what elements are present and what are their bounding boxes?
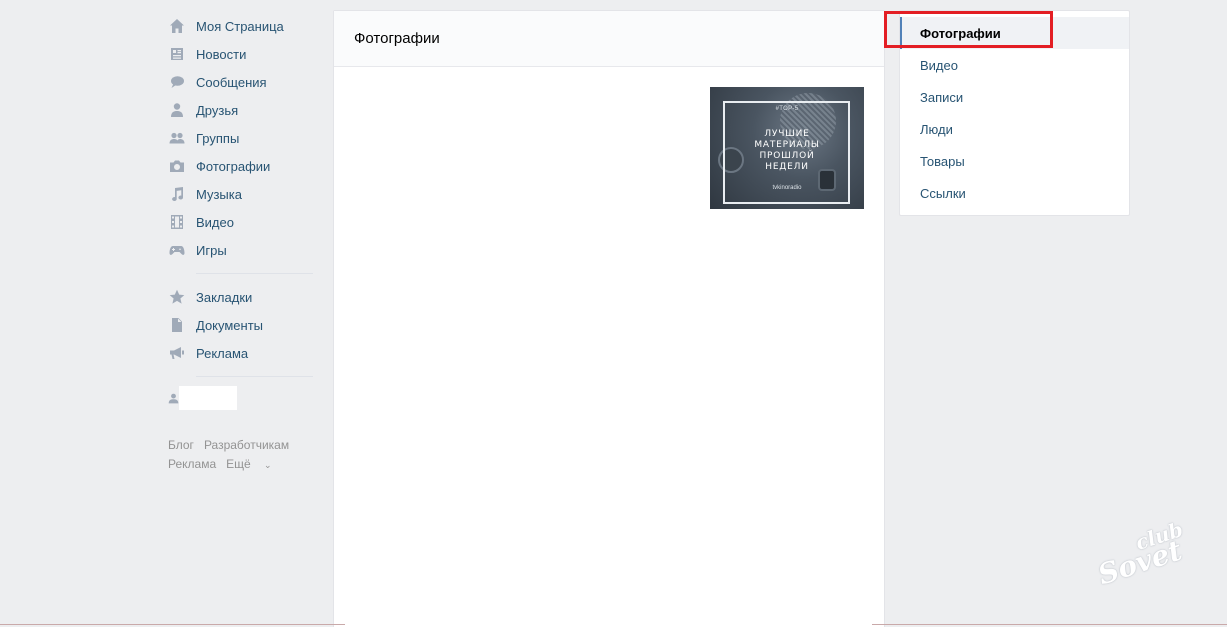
search-filter-menu: Фотографии Видео Записи Люди Товары Ссыл… <box>899 10 1130 216</box>
nav-label: Моя Страница <box>196 18 284 34</box>
panel-header: Фотографии <box>334 11 884 67</box>
gamepad-icon <box>168 242 185 259</box>
footer-links: Блог Разработчикам Реклама Ещё ⌄ <box>168 436 313 475</box>
filter-item-people[interactable]: Люди <box>900 113 1129 145</box>
divider-line <box>0 624 345 625</box>
nav-item-music[interactable]: Музыка <box>168 180 313 208</box>
nav-label: Группы <box>196 130 240 146</box>
nav-item-documents[interactable]: Документы <box>168 311 313 339</box>
photo-main-text: ЛУЧШИЕ МАТЕРИАЛЫ ПРОШЛОЙ НЕДЕЛИ <box>710 129 864 173</box>
nav-label: Новости <box>196 46 247 62</box>
nav-label: Музыка <box>196 186 242 202</box>
filter-item-photos[interactable]: Фотографии <box>900 17 1129 49</box>
filter-item-posts[interactable]: Записи <box>900 81 1129 113</box>
photo-main-line: НЕДЕЛИ <box>765 162 809 172</box>
nav-label: Документы <box>196 317 264 333</box>
news-icon <box>168 46 185 63</box>
photo-main-line: ЛУЧШИЕ <box>764 129 810 139</box>
photo-top-text: #TOP-5 <box>775 106 799 112</box>
nav-item-games[interactable]: Игры <box>168 236 313 264</box>
nav-label: Закладки <box>196 289 253 305</box>
nav-item-ads[interactable]: Реклама <box>168 339 313 367</box>
footer-link-more-label: Ещё <box>226 457 251 471</box>
user-row[interactable] <box>168 386 313 410</box>
music-icon <box>168 186 185 203</box>
footer-link-blog[interactable]: Блог <box>168 438 194 452</box>
document-icon <box>168 317 185 334</box>
chevron-down-icon: ⌄ <box>264 460 272 470</box>
nav-label: Сообщения <box>196 74 267 90</box>
photo-main-line: ПРОШЛОЙ <box>759 151 815 161</box>
footer-link-more[interactable]: Ещё ⌄ <box>226 457 281 471</box>
filter-item-links[interactable]: Ссылки <box>900 177 1129 209</box>
messages-icon <box>168 74 185 91</box>
friends-icon <box>168 102 185 119</box>
nav-item-groups[interactable]: Группы <box>168 124 313 152</box>
filter-item-goods[interactable]: Товары <box>900 145 1129 177</box>
user-name-placeholder <box>179 386 237 410</box>
nav-label: Игры <box>196 242 227 258</box>
photo-bottom-text: tvkinoradio <box>772 185 802 191</box>
user-icon <box>168 393 179 404</box>
nav-item-my-page[interactable]: Моя Страница <box>168 12 313 40</box>
footer-link-developers[interactable]: Разработчикам <box>204 438 289 452</box>
nav-item-messages[interactable]: Сообщения <box>168 68 313 96</box>
divider-line <box>872 624 1227 625</box>
filter-item-video[interactable]: Видео <box>900 49 1129 81</box>
nav-item-bookmarks[interactable]: Закладки <box>168 283 313 311</box>
photos-panel: Фотографии #TOP-5 ЛУЧШИЕ МАТЕРИАЛЫ ПРОШЛ… <box>333 10 885 627</box>
nav-item-news[interactable]: Новости <box>168 40 313 68</box>
nav-item-video[interactable]: Видео <box>168 208 313 236</box>
megaphone-icon <box>168 345 185 362</box>
home-icon <box>168 18 185 35</box>
video-icon <box>168 214 185 231</box>
nav-item-friends[interactable]: Друзья <box>168 96 313 124</box>
nav-label: Друзья <box>196 102 239 118</box>
groups-icon <box>168 130 185 147</box>
nav-divider <box>196 273 313 274</box>
footer-link-ads[interactable]: Реклама <box>168 457 216 471</box>
camera-icon <box>168 158 185 175</box>
nav-label: Реклама <box>196 345 249 361</box>
nav-label: Видео <box>196 214 234 230</box>
photo-thumbnail[interactable]: #TOP-5 ЛУЧШИЕ МАТЕРИАЛЫ ПРОШЛОЙ НЕДЕЛИ t… <box>710 87 864 209</box>
nav-divider <box>196 376 313 377</box>
left-sidebar: Моя Страница Новости Сообщения Друзья Гр… <box>168 12 313 475</box>
photo-main-line: МАТЕРИАЛЫ <box>754 140 820 150</box>
nav-label: Фотографии <box>196 158 271 174</box>
page-title: Фотографии <box>354 30 440 47</box>
star-icon <box>168 289 185 306</box>
nav-item-photos[interactable]: Фотографии <box>168 152 313 180</box>
watermark-logo: club Sovet <box>1094 517 1195 592</box>
